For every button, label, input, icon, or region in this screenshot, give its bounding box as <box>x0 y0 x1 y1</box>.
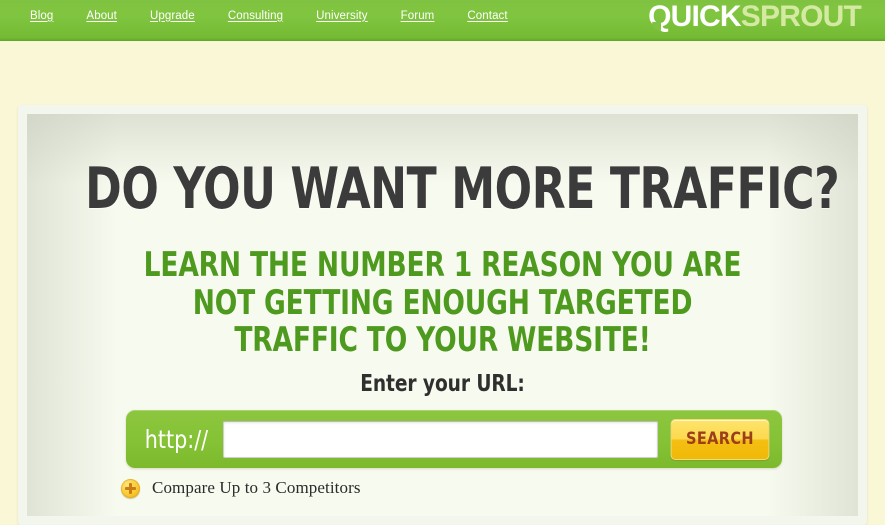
nav-item-forum[interactable]: Forum <box>401 10 455 22</box>
logo-text-sprout: SPROUT <box>740 0 862 33</box>
site-logo[interactable]: QUICK SPROUT <box>648 0 862 37</box>
hero-card: DO YOU WANT MORE TRAFFIC? LEARN THE NUMB… <box>18 105 867 525</box>
site-header: Blog About Upgrade Consulting University… <box>0 0 885 41</box>
nav-item-contact[interactable]: Contact <box>467 10 527 22</box>
primary-navigation: Blog About Upgrade Consulting University… <box>30 0 528 41</box>
url-input[interactable] <box>222 420 658 458</box>
protocol-prefix-label: http:// <box>144 424 209 454</box>
page-body: DO YOU WANT MORE TRAFFIC? LEARN THE NUMB… <box>0 41 885 525</box>
search-button[interactable]: SEARCH <box>670 418 770 460</box>
plus-circle-icon[interactable] <box>121 478 140 498</box>
nav-item-consulting[interactable]: Consulting <box>228 10 303 22</box>
page-title: DO YOU WANT MORE TRAFFIC? <box>85 156 840 222</box>
nav-item-about[interactable]: About <box>86 10 137 22</box>
hero-card-inner: DO YOU WANT MORE TRAFFIC? LEARN THE NUMB… <box>27 114 858 516</box>
nav-item-blog[interactable]: Blog <box>30 10 73 22</box>
url-search-bar: http:// SEARCH <box>126 410 782 468</box>
nav-item-upgrade[interactable]: Upgrade <box>150 10 215 22</box>
logo-text-quick: QUICK <box>648 0 741 33</box>
url-form-label: Enter your URL: <box>360 371 525 397</box>
nav-item-university[interactable]: University <box>316 10 387 22</box>
compare-competitors-label: Compare Up to 3 Competitors <box>152 478 361 497</box>
page-subtitle: LEARN THE NUMBER 1 REASON YOU ARE NOT GE… <box>130 246 756 359</box>
compare-competitors-toggle[interactable]: Compare Up to 3 Competitors <box>121 478 361 498</box>
